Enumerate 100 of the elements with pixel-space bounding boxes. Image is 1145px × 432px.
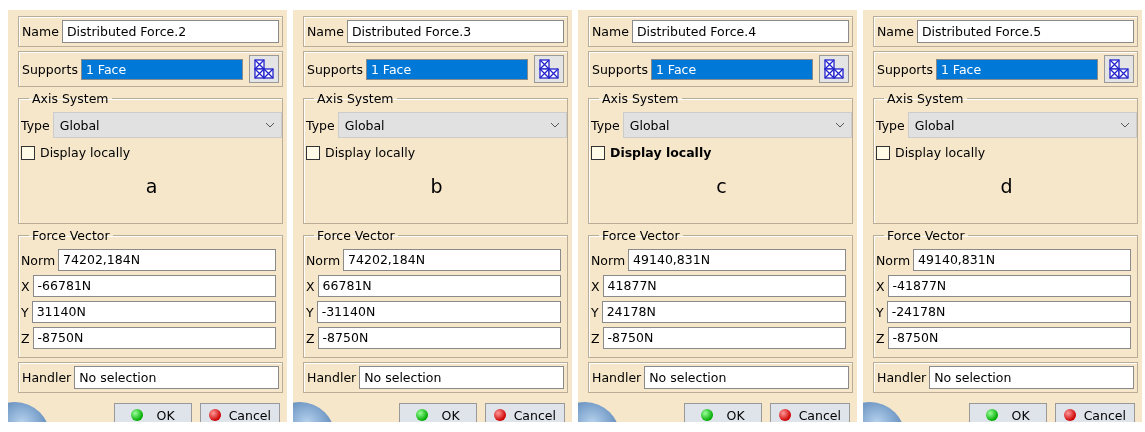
chevron-down-icon [1120, 122, 1130, 128]
group-title: Force Vector [31, 228, 111, 243]
ok-button[interactable]: OK [113, 403, 192, 422]
field-label: Norm [21, 252, 56, 268]
value-field[interactable]: -41877N [887, 275, 1131, 297]
field-label: Norm [876, 252, 911, 268]
value-field[interactable]: 66781N [317, 275, 561, 297]
handler-field[interactable]: No selection [74, 366, 279, 389]
field-label: Norm [306, 252, 341, 268]
field-label: Z [21, 330, 30, 346]
field-label: X [306, 278, 315, 294]
ok-button[interactable]: OK [398, 403, 477, 422]
cancel-button[interactable]: Cancel [199, 403, 280, 422]
supports-label: Supports [877, 61, 933, 77]
value-field[interactable]: -8750N [602, 327, 846, 349]
value-field[interactable]: -31140N [316, 301, 561, 323]
name-field[interactable]: Distributed Force.3 [346, 20, 564, 43]
group-title: Axis System [601, 91, 680, 106]
value-field[interactable]: 74202,184N [343, 249, 561, 271]
caption-letter: b [430, 175, 443, 197]
type-dropdown[interactable]: Global [907, 112, 1137, 138]
field-label: X [21, 278, 30, 294]
supports-field[interactable]: 1 Face [80, 58, 243, 80]
cancel-ball-icon [493, 409, 506, 421]
name-label: Name [877, 24, 914, 39]
handler-label: Handler [877, 370, 927, 385]
name-field[interactable]: Distributed Force.2 [61, 20, 279, 43]
value-field[interactable]: 74202,184N [58, 249, 276, 271]
checkbox[interactable] [306, 145, 320, 160]
supports-field[interactable]: 1 Face [650, 58, 813, 80]
caption-letter: d [1000, 175, 1013, 197]
type-label: Type [876, 117, 905, 133]
value-field[interactable]: 49140,831N [628, 249, 846, 271]
face-picker-button[interactable] [534, 55, 564, 83]
cancel-ball-icon [778, 409, 791, 421]
ok-button[interactable]: OK [968, 403, 1047, 422]
value-field[interactable]: -8750N [317, 327, 561, 349]
value-field[interactable]: 49140,831N [913, 249, 1131, 271]
cancel-ball-icon [1063, 409, 1076, 421]
cancel-button[interactable]: Cancel [484, 403, 565, 422]
cancel-button[interactable]: Cancel [1054, 403, 1135, 422]
caption-letter: c [716, 175, 727, 197]
face-picker-button[interactable] [249, 55, 279, 83]
ok-ball-icon [985, 409, 998, 421]
field-label: Y [591, 304, 599, 320]
group-title: Axis System [886, 91, 965, 106]
group-title: Force Vector [601, 228, 681, 243]
field-label: X [591, 278, 600, 294]
value-field[interactable]: -66781N [32, 275, 276, 297]
handler-field[interactable]: No selection [929, 366, 1134, 389]
value-field[interactable]: 24178N [601, 301, 846, 323]
supports-label: Supports [22, 61, 78, 77]
faces-icon [823, 58, 845, 80]
group-title: Force Vector [886, 228, 966, 243]
name-label: Name [592, 24, 629, 39]
handler-field[interactable]: No selection [644, 366, 849, 389]
value-field[interactable]: -8750N [32, 327, 276, 349]
ok-ball-icon [130, 409, 143, 421]
value-field[interactable]: 41877N [602, 275, 846, 297]
name-field[interactable]: Distributed Force.5 [916, 20, 1134, 43]
type-dropdown[interactable]: Global [622, 112, 852, 138]
checkbox[interactable] [21, 145, 35, 160]
supports-field[interactable]: 1 Face [365, 58, 528, 80]
value-field[interactable]: 31140N [31, 301, 276, 323]
faces-icon [538, 58, 560, 80]
supports-label: Supports [307, 61, 363, 77]
faces-icon [1108, 58, 1130, 80]
field-label: Z [876, 330, 885, 346]
cancel-ball-icon [208, 409, 221, 421]
group-title: Axis System [31, 91, 110, 106]
caption-letter: a [145, 175, 158, 197]
value-field[interactable]: -24178N [886, 301, 1131, 323]
field-label: Z [591, 330, 600, 346]
handler-field[interactable]: No selection [359, 366, 564, 389]
face-picker-button[interactable] [819, 55, 849, 83]
chevron-down-icon [835, 122, 845, 128]
checkbox-label: Display locally [610, 145, 712, 160]
value-field[interactable]: -8750N [887, 327, 1131, 349]
name-field[interactable]: Distributed Force.4 [631, 20, 849, 43]
field-label: Norm [591, 252, 626, 268]
supports-field[interactable]: 1 Face [935, 58, 1098, 80]
handler-label: Handler [22, 370, 72, 385]
ok-button[interactable]: OK [683, 403, 762, 422]
face-picker-button[interactable] [1104, 55, 1134, 83]
type-label: Type [21, 117, 50, 133]
checkbox[interactable] [591, 145, 605, 160]
type-dropdown[interactable]: Global [337, 112, 567, 138]
group-title: Axis System [316, 91, 395, 106]
chevron-down-icon [265, 122, 275, 128]
faces-icon [253, 58, 275, 80]
type-label: Type [306, 117, 335, 133]
field-label: Y [21, 304, 29, 320]
name-label: Name [307, 24, 344, 39]
checkbox-label: Display locally [325, 145, 416, 160]
type-dropdown[interactable]: Global [52, 112, 282, 138]
ok-ball-icon [700, 409, 713, 421]
checkbox-label: Display locally [40, 145, 131, 160]
checkbox[interactable] [876, 145, 890, 160]
chevron-down-icon [550, 122, 560, 128]
cancel-button[interactable]: Cancel [769, 403, 850, 422]
